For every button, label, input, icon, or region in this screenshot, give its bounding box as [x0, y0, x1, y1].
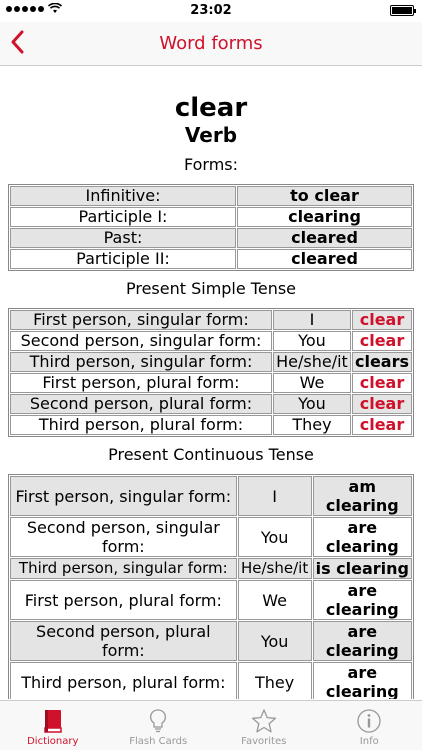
pronoun: You — [237, 621, 312, 661]
table-row: Third person, plural form: They clear — [10, 415, 412, 435]
verb-form: clear — [351, 415, 412, 435]
table-row: First person, plural form: We are cleari… — [10, 580, 412, 620]
verb-form: clear — [351, 394, 412, 414]
table-row: First person, plural form: We clear — [10, 373, 412, 393]
tab-flash-cards[interactable]: Flash Cards — [106, 701, 212, 750]
forms-table: Infinitive: to clear Participle I: clear… — [8, 184, 414, 271]
table-row: Third person, singular form: He/she/it c… — [10, 352, 412, 372]
verb-form: are clearing — [312, 621, 412, 661]
pronoun: They — [272, 415, 351, 435]
pronoun: You — [237, 517, 312, 557]
pronoun: He/she/it — [272, 352, 351, 372]
person-label: Third person, plural form: — [10, 415, 272, 435]
table-row: First person, singular form: I clear — [10, 310, 412, 330]
tab-label: Favorites — [241, 736, 287, 747]
word-forms-content[interactable]: clear Verb Forms: Infinitive: to clear P… — [0, 67, 422, 699]
table-row: Third person, singular form: He/she/it i… — [10, 558, 412, 579]
tab-favorites[interactable]: Favorites — [211, 701, 317, 750]
book-icon — [44, 710, 62, 733]
part-of-speech: Verb — [184, 123, 238, 147]
person-label: Second person, plural form: — [10, 394, 272, 414]
person-label: Third person, singular form: — [10, 558, 237, 579]
form-label: Participle II: — [10, 249, 236, 269]
info-icon — [357, 709, 381, 733]
tab-dictionary[interactable]: Dictionary — [0, 701, 106, 750]
pronoun: We — [272, 373, 351, 393]
present-continuous-table: First person, singular form: I am cleari… — [8, 474, 414, 699]
table-row: Second person, plural form: You clear — [10, 394, 412, 414]
forms-title: Forms: — [183, 155, 239, 174]
star-icon — [251, 709, 276, 733]
battery-icon — [390, 5, 416, 16]
verb-form: are clearing — [312, 517, 412, 557]
table-row: Participle I: clearing — [10, 207, 412, 227]
tab-label: Info — [359, 736, 379, 747]
navigation-bar: Word forms — [0, 22, 422, 66]
form-value: cleared — [237, 249, 412, 269]
pronoun: We — [237, 580, 312, 620]
person-label: First person, plural form: — [10, 373, 272, 393]
verb-form: clear — [351, 310, 412, 330]
verb-form: are clearing — [312, 580, 412, 620]
person-label: First person, plural form: — [10, 580, 237, 620]
pronoun: You — [272, 331, 351, 351]
pronoun: You — [272, 394, 351, 414]
tab-info[interactable]: Info — [317, 701, 422, 750]
pronoun: I — [237, 476, 312, 516]
table-row: Infinitive: to clear — [10, 186, 412, 206]
table-row: Second person, singular form: You clear — [10, 331, 412, 351]
table-row: Past: cleared — [10, 228, 412, 248]
status-time: 23:02 — [190, 3, 232, 18]
status-bar: 23:02 — [0, 0, 422, 22]
present-simple-title: Present Simple Tense — [125, 279, 297, 298]
table-row: Participle II: cleared — [10, 249, 412, 269]
present-continuous-title: Present Continuous Tense — [108, 445, 314, 464]
headword: clear — [174, 93, 248, 123]
table-row: First person, singular form: I am cleari… — [10, 476, 412, 516]
person-label: Third person, singular form: — [10, 352, 272, 372]
lightbulb-icon — [150, 709, 167, 733]
verb-form: clears — [351, 352, 412, 372]
verb-form: are clearing — [312, 662, 412, 699]
form-label: Infinitive: — [10, 186, 236, 206]
present-simple-table: First person, singular form: I clear Sec… — [8, 308, 414, 437]
tab-label: Flash Cards — [129, 736, 188, 747]
person-label: Second person, singular form: — [10, 517, 237, 557]
person-label: Second person, singular form: — [10, 331, 272, 351]
form-value: clearing — [237, 207, 412, 227]
table-row: Second person, singular form: You are cl… — [10, 517, 412, 557]
person-label: Second person, plural form: — [10, 621, 237, 661]
verb-form: is clearing — [312, 558, 412, 579]
form-label: Participle I: — [10, 207, 236, 227]
pronoun: They — [237, 662, 312, 699]
table-row: Third person, plural form: They are clea… — [10, 662, 412, 699]
person-label: First person, singular form: — [10, 476, 237, 516]
page-title: Word forms — [159, 33, 263, 54]
form-label: Past: — [10, 228, 236, 248]
form-value: cleared — [237, 228, 412, 248]
person-label: First person, singular form: — [10, 310, 272, 330]
tab-bar: Dictionary Flash Cards Favorites Info — [0, 700, 422, 750]
person-label: Third person, plural form: — [10, 662, 237, 699]
pronoun: I — [272, 310, 351, 330]
tab-label: Dictionary — [27, 736, 79, 747]
table-row: Second person, plural form: You are clea… — [10, 621, 412, 661]
verb-form: clear — [351, 373, 412, 393]
verb-form: clear — [351, 331, 412, 351]
form-value: to clear — [237, 186, 412, 206]
pronoun: He/she/it — [237, 558, 312, 579]
verb-form: am clearing — [312, 476, 412, 516]
